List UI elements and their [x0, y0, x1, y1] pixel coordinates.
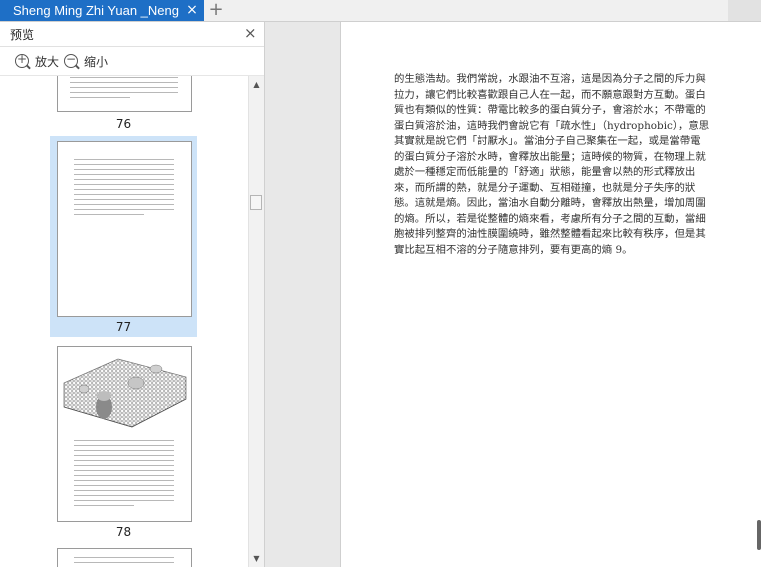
- zoom-out-button[interactable]: 缩小: [64, 52, 109, 71]
- page-thumbnail-image: [57, 141, 192, 317]
- close-tab-icon[interactable]: ×: [185, 2, 199, 18]
- page-number-label: 78: [115, 525, 132, 539]
- scroll-down-arrow-icon[interactable]: ▼: [249, 554, 264, 563]
- tab-title: Sheng Ming Zhi Yuan _Neng Liang: [13, 3, 179, 18]
- new-tab-button[interactable]: +: [206, 0, 226, 21]
- page-number-label: 76: [115, 117, 132, 131]
- page-thumbnail-79[interactable]: [50, 548, 197, 567]
- page-thumbnail-77[interactable]: 77: [50, 136, 197, 337]
- zoom-in-button[interactable]: 放大: [15, 52, 60, 71]
- document-page: 的生態浩劫。我們常說，水跟油不互溶，這是因為分子之間的斥力與 拉力，讓它們比較喜…: [340, 22, 761, 567]
- page-thumbnail-76[interactable]: 76: [50, 76, 197, 134]
- page-thumbnail-image: [57, 346, 192, 522]
- membrane-illustration: [63, 358, 187, 428]
- page-number-label: 77: [115, 320, 132, 334]
- preview-panel: 预览 × 放大 缩小 76: [0, 22, 265, 567]
- side-panel-handle[interactable]: [757, 520, 761, 550]
- document-tab[interactable]: Sheng Ming Zhi Yuan _Neng Liang ×: [0, 0, 204, 21]
- zoom-in-icon: [15, 52, 29, 68]
- scrollbar-thumb[interactable]: [250, 195, 262, 210]
- close-panel-icon[interactable]: ×: [244, 24, 257, 42]
- page-body-text: 的生態浩劫。我們常說，水跟油不互溶，這是因為分子之間的斥力與 拉力，讓它們比較喜…: [394, 73, 710, 256]
- zoom-toolbar: 放大 缩小: [0, 47, 264, 76]
- page-thumbnail-78[interactable]: 78: [50, 342, 197, 542]
- zoom-out-icon: [64, 52, 78, 68]
- preview-panel-header: 预览 ×: [0, 22, 264, 47]
- page-thumbnail-image: [57, 76, 192, 112]
- scroll-up-arrow-icon[interactable]: ▲: [249, 80, 264, 89]
- zoom-out-label: 缩小: [84, 55, 109, 69]
- zoom-in-label: 放大: [35, 55, 60, 69]
- document-view[interactable]: 的生態浩劫。我們常說，水跟油不互溶，這是因為分子之間的斥力與 拉力，讓它們比較喜…: [265, 22, 761, 567]
- tab-bar: Sheng Ming Zhi Yuan _Neng Liang × +: [0, 0, 761, 22]
- preview-panel-title: 预览: [10, 28, 35, 42]
- page-thumbnail-image: [57, 548, 192, 567]
- window-controls-area: [728, 0, 761, 21]
- page-thumbnail-list: 76 77 78: [0, 76, 248, 567]
- thumbnail-scrollbar[interactable]: ▲ ▼: [248, 76, 264, 567]
